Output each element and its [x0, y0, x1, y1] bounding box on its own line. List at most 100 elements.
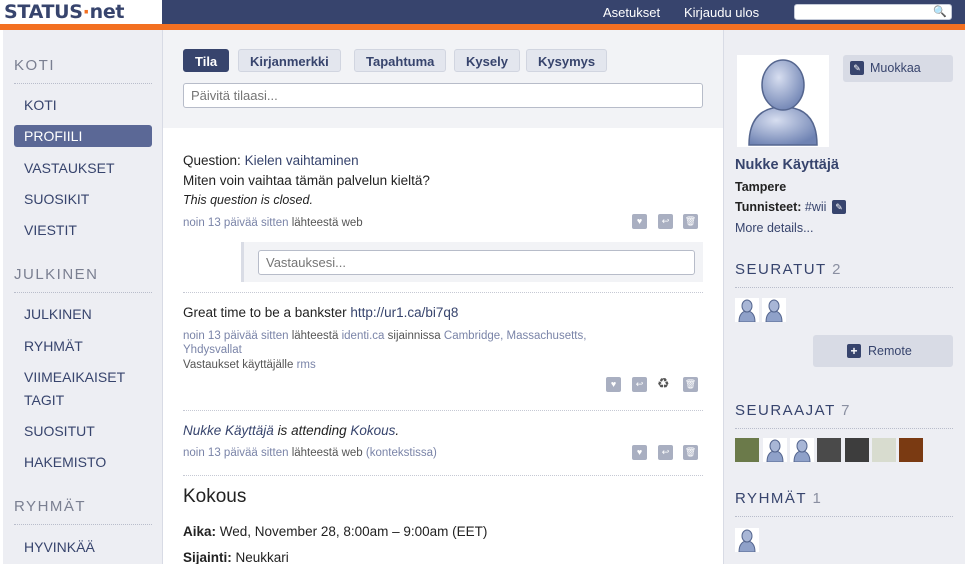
tab-poll[interactable]: Kysely [454, 49, 520, 72]
notice-composer: Tila Kirjanmerkki Tapahtuma Kysely Kysym… [163, 30, 723, 128]
event-location-value: Neukkari [235, 550, 289, 564]
notice-divider [183, 475, 703, 476]
notice-timestamp[interactable]: noin 13 päivää sitten [183, 447, 289, 459]
nav-item-group-hyvinkaa[interactable]: HYVINKÄÄ [14, 536, 152, 558]
following-count: 2 [832, 261, 842, 278]
source-prefix: lähteestä [291, 447, 339, 459]
search-icon[interactable]: 🔍 [933, 5, 947, 18]
left-navigation: KOTI KOTI PROFIILI VASTAUKSET SUOSIKIT V… [3, 30, 163, 564]
tab-status[interactable]: Tila [183, 49, 230, 72]
favorite-icon[interactable]: ♥ [632, 214, 647, 229]
source-value: web [341, 447, 363, 459]
nav-item-recent-tags[interactable]: VIIMEAIKAISET [14, 366, 152, 388]
follower-avatar[interactable] [872, 438, 896, 462]
nav-item-recent-tags-line2[interactable]: TAGIT [14, 389, 152, 411]
nav-item-home[interactable]: KOTI [14, 94, 152, 116]
notice-timestamp[interactable]: noin 13 päivää sitten [183, 330, 289, 342]
nav-item-replies[interactable]: VASTAUKSET [14, 157, 152, 179]
event-link[interactable]: Kokous [350, 423, 395, 438]
notice-meta-line2: Yhdysvallat [183, 344, 242, 356]
edit-profile-button[interactable]: ✎ Muokkaa [843, 55, 953, 82]
nav-heading-home: KOTI [14, 57, 56, 74]
favorite-icon[interactable]: ♥ [632, 445, 647, 460]
question-title-link[interactable]: Kielen vaihtaminen [245, 153, 359, 168]
source-link[interactable]: identi.ca [342, 330, 385, 342]
more-details-link[interactable]: More details... [735, 221, 814, 235]
reply-icon[interactable]: ↩ [658, 445, 673, 460]
reply-icon[interactable]: ↩ [632, 377, 647, 392]
edit-tags-icon[interactable]: ✎ [832, 200, 846, 214]
following-avatar[interactable] [762, 298, 786, 323]
question-text: Miten voin vaihtaa tämän palvelun kieltä… [183, 173, 430, 188]
tab-bookmark[interactable]: Kirjanmerkki [238, 49, 341, 72]
repeat-icon[interactable]: ♻ [657, 375, 670, 392]
nav-item-groups[interactable]: RYHMÄT [14, 335, 152, 357]
nav-heading-groups: RYHMÄT [14, 498, 87, 515]
answer-input[interactable] [258, 250, 695, 275]
profile-name[interactable]: Nukke Käyttäjä [735, 157, 839, 173]
top-bar: STATUS·net Asetukset Kirjaudu ulos 🔍 [0, 0, 965, 24]
remote-label: Remote [868, 344, 912, 358]
tab-question[interactable]: Kysymys [526, 49, 608, 72]
notice-body: Great time to be a bankster [183, 305, 347, 320]
groups-count: 1 [812, 490, 823, 507]
profile-avatar[interactable] [737, 55, 829, 147]
notice-meta: noin 13 päivää sitten lähteestä web (kon… [183, 447, 437, 459]
notice-meta: noin 13 päivää sitten lähteestä identi.c… [183, 330, 586, 342]
group-avatar[interactable] [735, 528, 759, 553]
pencil-icon: ✎ [850, 61, 864, 75]
follower-avatar[interactable] [790, 438, 814, 463]
source-prefix: lähteestä [291, 330, 339, 342]
follower-avatar[interactable] [845, 438, 869, 462]
reply-icon[interactable]: ↩ [658, 214, 673, 229]
reply-to-user-link[interactable]: rms [297, 359, 316, 371]
delete-icon[interactable]: 🗑 [683, 214, 698, 229]
status-input[interactable] [183, 83, 703, 108]
user-link[interactable]: Nukke Käyttäjä [183, 423, 274, 438]
nav-heading-public: JULKINEN [14, 266, 99, 283]
tags-label: Tunnisteet: [735, 200, 802, 214]
source-value: web [341, 217, 363, 229]
sidebar-divider [735, 428, 953, 429]
nav-item-popular[interactable]: SUOSITUT [14, 420, 152, 442]
edit-label: Muokkaa [870, 61, 921, 75]
nav-item-profile[interactable]: PROFIILI [14, 125, 152, 147]
tab-event[interactable]: Tapahtuma [354, 49, 447, 72]
settings-link[interactable]: Asetukset [603, 5, 660, 20]
nav-item-favorites[interactable]: SUOSIKIT [14, 188, 152, 210]
search-input[interactable]: 🔍 [794, 4, 952, 20]
location-link-country[interactable]: Yhdysvallat [183, 344, 242, 356]
notice-url-link[interactable]: http://ur1.ca/bi7q8 [350, 305, 458, 320]
question-title-line: Question: Kielen vaihtaminen [183, 153, 359, 168]
follower-avatar[interactable] [817, 438, 841, 462]
context-link[interactable]: (kontekstissa) [366, 447, 437, 459]
followers-label: SEURAAJAT [735, 402, 836, 419]
logout-link[interactable]: Kirjaudu ulos [684, 5, 759, 20]
delete-icon[interactable]: 🗑 [683, 445, 698, 460]
answer-form [241, 242, 703, 282]
logo-text-status: STATUS [4, 1, 83, 23]
follower-avatar[interactable] [763, 438, 787, 463]
following-avatar[interactable] [735, 298, 759, 323]
logo-dot: · [82, 1, 90, 23]
nav-item-directory[interactable]: HAKEMISTO [14, 451, 152, 473]
profile-sidebar: ✎ Muokkaa Nukke Käyttäjä Tampere Tunnist… [723, 30, 965, 564]
nav-item-messages[interactable]: VIESTIT [14, 219, 152, 241]
notice-text: Great time to be a bankster http://ur1.c… [183, 305, 458, 320]
statusnet-logo[interactable]: STATUS·net [0, 0, 162, 24]
favorite-icon[interactable]: ♥ [606, 377, 621, 392]
delete-icon[interactable]: 🗑 [683, 377, 698, 392]
question-prefix: Question: [183, 153, 241, 168]
groups-heading: RYHMÄT 1 [735, 490, 822, 507]
rsvp-verb: is attending [277, 423, 347, 438]
nav-item-public[interactable]: JULKINEN [14, 303, 152, 325]
nav-divider [14, 524, 152, 525]
remote-subscribe-button[interactable]: + Remote [813, 335, 953, 367]
location-link[interactable]: Cambridge, Massachusetts, [444, 330, 587, 342]
notice-timestamp[interactable]: noin 13 päivää sitten [183, 217, 289, 229]
sidebar-divider [735, 516, 953, 517]
follower-avatar[interactable] [735, 438, 759, 462]
followers-heading: SEURAAJAT 7 [735, 402, 851, 419]
tag-link[interactable]: #wii [805, 200, 827, 214]
follower-avatar[interactable] [899, 438, 923, 462]
